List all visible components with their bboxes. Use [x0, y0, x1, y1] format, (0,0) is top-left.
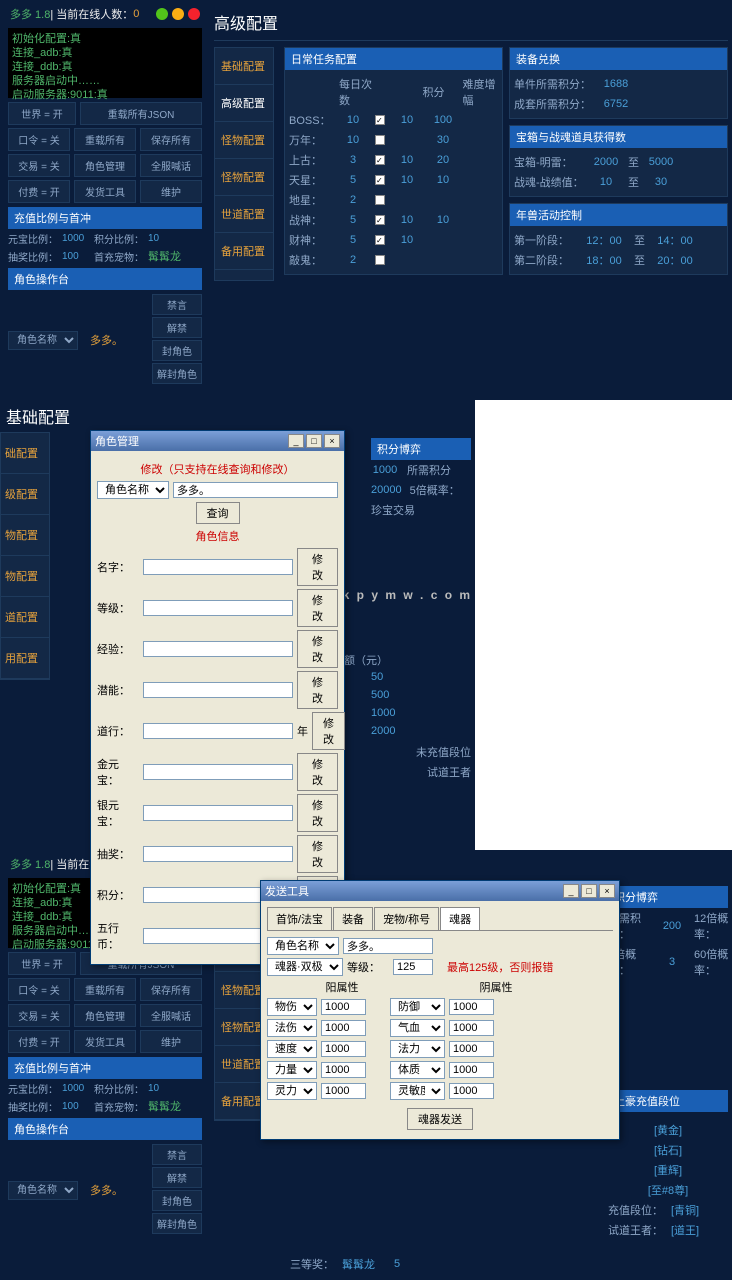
- tab-pet[interactable]: 宠物/称号: [374, 907, 439, 930]
- side-nav: 基础配置 高级配置 怪物配置 怪物配置 世道配置 备用配置: [214, 47, 274, 281]
- role-name: 多多。: [90, 332, 123, 348]
- delivery-button[interactable]: 发货工具: [74, 180, 136, 203]
- role-ops-header: 角色操作台: [8, 268, 202, 290]
- annual-header: 年兽活动控制: [510, 204, 727, 226]
- app-title: 多多 1.8: [10, 6, 50, 22]
- mute-button[interactable]: 禁言: [152, 294, 202, 315]
- min-icon[interactable]: [156, 8, 168, 20]
- nav-world[interactable]: 世道配置: [215, 196, 273, 233]
- pay-button[interactable]: 付费 = 开: [8, 180, 70, 203]
- role-mgr-button[interactable]: 角色管理: [74, 154, 136, 177]
- tab-equip[interactable]: 装备: [333, 907, 373, 930]
- reload-all-button[interactable]: 重载所有: [74, 128, 136, 151]
- equip-header: 装备兑换: [510, 48, 727, 70]
- unban-button[interactable]: 解封角色: [152, 363, 202, 384]
- nav-advanced[interactable]: 高级配置: [215, 85, 273, 122]
- world-button[interactable]: 世界 = 开: [8, 102, 76, 125]
- trade-button[interactable]: 交易 = 关: [8, 154, 70, 177]
- reload-json-button[interactable]: 重载所有JSON: [80, 102, 202, 125]
- role-field-select[interactable]: 角色名称: [97, 481, 169, 499]
- unmute-button[interactable]: 解禁: [152, 317, 202, 338]
- tab-soul[interactable]: 魂器: [440, 907, 480, 930]
- max-icon[interactable]: □: [306, 434, 322, 448]
- nav-backup[interactable]: 备用配置: [215, 233, 273, 270]
- max-icon[interactable]: [172, 8, 184, 20]
- query-button[interactable]: 查询: [196, 502, 240, 524]
- role-name-input[interactable]: [173, 482, 338, 498]
- role-select[interactable]: 角色名称: [8, 331, 78, 350]
- daily-header: 日常任务配置: [285, 48, 502, 70]
- passwd-button[interactable]: 口令 = 关: [8, 128, 70, 151]
- close-icon[interactable]: [188, 8, 200, 20]
- recharge-header: 充值比例与首冲: [8, 207, 202, 229]
- min-icon[interactable]: _: [288, 434, 304, 448]
- broadcast-button[interactable]: 全服喊话: [140, 154, 202, 177]
- titlebar: 多多 1.8 | 当前在线人数： 0: [4, 4, 206, 24]
- save-all-button[interactable]: 保存所有: [140, 128, 202, 151]
- tab-jewelry[interactable]: 首饰/法宝: [267, 907, 332, 930]
- ban-button[interactable]: 封角色: [152, 340, 202, 361]
- console: 初始化配置:真连接_adb:真连接_ddb:真服务器启动中……启动服务器:901…: [8, 28, 202, 98]
- nav-monster2[interactable]: 怪物配置: [215, 159, 273, 196]
- page-title: 高级配置: [214, 4, 728, 41]
- close-icon[interactable]: ×: [324, 434, 340, 448]
- maintain-button[interactable]: 维护: [140, 180, 202, 203]
- send-button[interactable]: 魂器发送: [407, 1108, 473, 1130]
- nav-monster1[interactable]: 怪物配置: [215, 122, 273, 159]
- send-tool-dialog: 发送工具_□× 首饰/法宝装备宠物/称号魂器 角色名称 魂器·双极等级：最高12…: [260, 880, 620, 1140]
- p2-title: 基础配置: [0, 400, 475, 432]
- nav-basic[interactable]: 基础配置: [215, 48, 273, 85]
- treasure-header: 宝箱与战魂道具获得数: [510, 126, 727, 148]
